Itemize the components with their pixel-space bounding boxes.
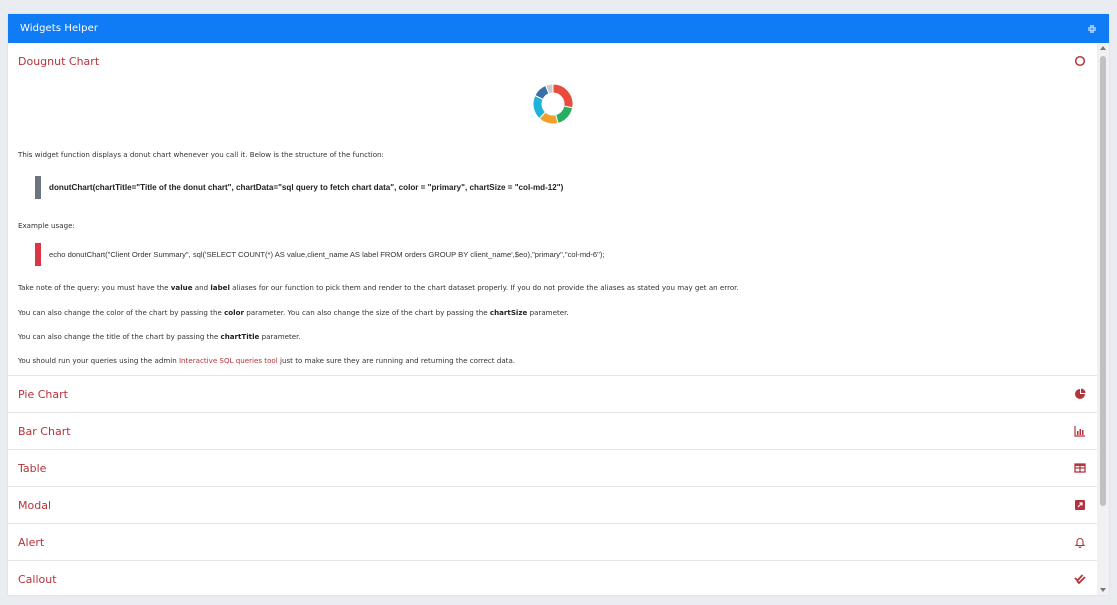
intro-text: This widget function displays a donut ch… bbox=[18, 150, 384, 159]
donut-chart bbox=[18, 79, 1087, 137]
title-text: You can also change the title of the cha… bbox=[18, 332, 301, 341]
scroll-up-arrow[interactable] bbox=[1100, 46, 1106, 50]
example-label: Example usage: bbox=[18, 221, 75, 230]
external-window-icon bbox=[1073, 498, 1087, 512]
scroll-down-arrow[interactable] bbox=[1100, 588, 1106, 592]
section-title: Dougnut Chart bbox=[18, 54, 100, 68]
signature-block: donutChart(chartTitle="Title of the donu… bbox=[35, 176, 563, 199]
section-title: Pie Chart bbox=[18, 387, 68, 401]
section-title: Alert bbox=[18, 535, 45, 549]
section-table[interactable]: Table bbox=[8, 450, 1097, 486]
code-bar bbox=[35, 176, 41, 199]
section-title: Modal bbox=[18, 498, 51, 512]
code-bar bbox=[35, 243, 41, 266]
double-check-icon bbox=[1073, 572, 1087, 586]
section-callout[interactable]: Callout bbox=[8, 561, 1097, 595]
scrollbar[interactable] bbox=[1097, 43, 1109, 595]
example-code: echo donutChart("Client Order Summary", … bbox=[49, 250, 605, 259]
section-bar-chart[interactable]: Bar Chart bbox=[8, 413, 1097, 449]
section-dougnut-chart[interactable]: Dougnut Chart bbox=[8, 43, 1097, 79]
sql-tool-link[interactable]: Interactive SQL queries tool bbox=[179, 356, 278, 365]
section-pie-chart[interactable]: Pie Chart bbox=[8, 376, 1097, 412]
bell-icon bbox=[1073, 535, 1087, 549]
collapsed-sections: Pie Chart Bar Chart Table Modal Alert Ca… bbox=[8, 375, 1097, 595]
run-queries-text: You should run your queries using the ad… bbox=[18, 356, 516, 365]
scroll-thumb[interactable] bbox=[1100, 56, 1106, 506]
donut-slice bbox=[554, 105, 573, 124]
table-icon bbox=[1073, 461, 1087, 475]
card-title: Widgets Helper bbox=[20, 23, 99, 34]
example-block: echo donutChart("Client Order Summary", … bbox=[35, 243, 604, 266]
color-size-text: You can also change the color of the cha… bbox=[18, 308, 569, 317]
donut-slice bbox=[552, 83, 573, 109]
section-modal[interactable]: Modal bbox=[8, 487, 1097, 523]
card-header: Widgets Helper bbox=[8, 14, 1109, 43]
circle-outline-icon bbox=[1073, 54, 1087, 68]
card-body: Dougnut Chart This widget function displ… bbox=[8, 43, 1097, 595]
signature-code: donutChart(chartTitle="Title of the donu… bbox=[49, 183, 564, 192]
section-title: Table bbox=[18, 461, 47, 475]
dougnut-content: This widget function displays a donut ch… bbox=[8, 79, 1097, 365]
section-alert[interactable]: Alert bbox=[8, 524, 1097, 560]
section-title: Bar Chart bbox=[18, 424, 71, 438]
pie-chart-icon bbox=[1073, 387, 1087, 401]
section-title: Callout bbox=[18, 572, 57, 586]
bar-chart-icon bbox=[1073, 424, 1087, 438]
widgets-helper-card: Widgets Helper Dougnut Chart This widget… bbox=[8, 14, 1109, 595]
collapse-icon[interactable] bbox=[1085, 22, 1099, 36]
note-text: Take note of the query: you must have th… bbox=[18, 283, 739, 292]
